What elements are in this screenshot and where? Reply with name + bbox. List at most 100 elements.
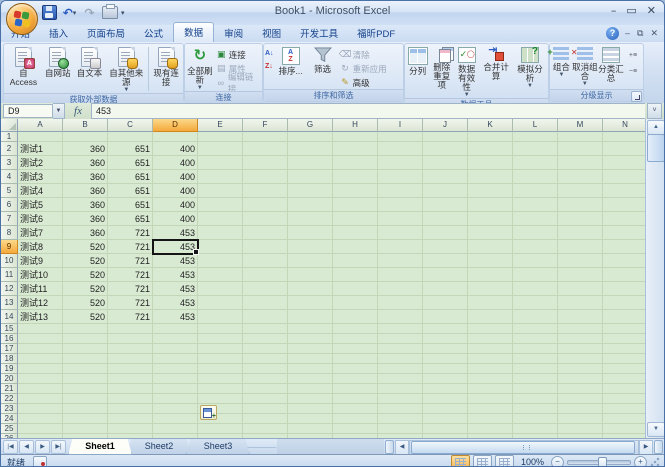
cell-K3[interactable]	[468, 156, 513, 170]
column-header-J[interactable]: J	[423, 119, 468, 132]
subtotal-button[interactable]: 分类汇总	[598, 45, 624, 89]
ribbon-tab-4[interactable]: 公式	[135, 24, 172, 42]
cell-N15[interactable]	[603, 324, 648, 334]
hide-detail-icon[interactable]: −≡	[625, 65, 641, 78]
cell-L3[interactable]	[513, 156, 558, 170]
from-access-button[interactable]: A 自 Access	[5, 45, 42, 93]
cell-H18[interactable]	[333, 354, 378, 364]
cell-D21[interactable]	[153, 384, 198, 394]
cell-J1[interactable]	[423, 132, 468, 142]
cell-D23[interactable]	[153, 404, 198, 414]
cell-M21[interactable]	[558, 384, 603, 394]
cell-H25[interactable]	[333, 424, 378, 434]
cell-H7[interactable]	[333, 212, 378, 226]
cell-F19[interactable]	[243, 364, 288, 374]
cell-D8[interactable]: 453	[153, 226, 198, 240]
column-header-I[interactable]: I	[378, 119, 423, 132]
dialog-launcher-icon[interactable]	[631, 91, 642, 102]
cell-F21[interactable]	[243, 384, 288, 394]
cell-M3[interactable]	[558, 156, 603, 170]
cell-H13[interactable]	[333, 296, 378, 310]
cell-I15[interactable]	[378, 324, 423, 334]
cell-B19[interactable]	[63, 364, 108, 374]
cell-J20[interactable]	[423, 374, 468, 384]
column-header-L[interactable]: L	[513, 119, 558, 132]
cell-L2[interactable]	[513, 142, 558, 156]
cell-L10[interactable]	[513, 254, 558, 268]
cell-D6[interactable]: 400	[153, 198, 198, 212]
cell-F5[interactable]	[243, 184, 288, 198]
cell-D13[interactable]: 453	[153, 296, 198, 310]
cell-M15[interactable]	[558, 324, 603, 334]
row-header-3[interactable]: 3	[1, 156, 18, 170]
cell-K11[interactable]	[468, 268, 513, 282]
select-all-corner[interactable]	[1, 119, 18, 132]
row-header-11[interactable]: 11	[1, 268, 18, 282]
cell-D7[interactable]: 400	[153, 212, 198, 226]
cell-D10[interactable]: 453	[153, 254, 198, 268]
cell-H15[interactable]	[333, 324, 378, 334]
cell-B8[interactable]: 360	[63, 226, 108, 240]
cell-C2[interactable]: 651	[108, 142, 153, 156]
cell-N12[interactable]	[603, 282, 648, 296]
column-header-F[interactable]: F	[243, 119, 288, 132]
column-header-A[interactable]: A	[18, 119, 63, 132]
cell-D18[interactable]	[153, 354, 198, 364]
cell-K25[interactable]	[468, 424, 513, 434]
cell-E14[interactable]	[198, 310, 243, 324]
cell-J12[interactable]	[423, 282, 468, 296]
name-box[interactable]: D9	[3, 104, 53, 118]
what-if-analysis-button[interactable]: 模拟分析 ▼	[513, 45, 547, 98]
zoom-slider-handle[interactable]	[598, 457, 607, 467]
cell-J5[interactable]	[423, 184, 468, 198]
cell-A4[interactable]: 测试3	[18, 170, 63, 184]
cell-J11[interactable]	[423, 268, 468, 282]
cell-M20[interactable]	[558, 374, 603, 384]
cell-G11[interactable]	[288, 268, 333, 282]
row-header-5[interactable]: 5	[1, 184, 18, 198]
cell-A12[interactable]: 测试11	[18, 282, 63, 296]
cell-A21[interactable]	[18, 384, 63, 394]
filter-button[interactable]: 筛选	[308, 45, 338, 89]
cell-E3[interactable]	[198, 156, 243, 170]
cell-L18[interactable]	[513, 354, 558, 364]
cell-I5[interactable]	[378, 184, 423, 198]
sheet-tab-sheet3[interactable]: Sheet3	[186, 439, 250, 455]
cell-N11[interactable]	[603, 268, 648, 282]
cell-J18[interactable]	[423, 354, 468, 364]
consolidate-button[interactable]: 合并计算	[479, 45, 513, 98]
cell-A13[interactable]: 测试12	[18, 296, 63, 310]
cell-G20[interactable]	[288, 374, 333, 384]
cell-D5[interactable]: 400	[153, 184, 198, 198]
cell-C24[interactable]	[108, 414, 153, 424]
cell-L22[interactable]	[513, 394, 558, 404]
cell-I18[interactable]	[378, 354, 423, 364]
cell-H4[interactable]	[333, 170, 378, 184]
cell-N23[interactable]	[603, 404, 648, 414]
existing-connections-button[interactable]: 现有连接	[150, 45, 182, 93]
row-header-15[interactable]: 15	[1, 324, 18, 334]
cell-N19[interactable]	[603, 364, 648, 374]
cell-G10[interactable]	[288, 254, 333, 268]
sort-descending-icon[interactable]: Z↓	[265, 63, 274, 71]
ribbon-tab-7[interactable]: 视图	[253, 24, 290, 42]
cell-C19[interactable]	[108, 364, 153, 374]
row-header-6[interactable]: 6	[1, 198, 18, 212]
cell-F1[interactable]	[243, 132, 288, 142]
cell-M8[interactable]	[558, 226, 603, 240]
cell-I24[interactable]	[378, 414, 423, 424]
sheet-tab-sheet1[interactable]: Sheet1	[68, 439, 132, 455]
row-header-17[interactable]: 17	[1, 344, 18, 354]
cell-G24[interactable]	[288, 414, 333, 424]
cell-B4[interactable]: 360	[63, 170, 108, 184]
cell-E13[interactable]	[198, 296, 243, 310]
cell-M1[interactable]	[558, 132, 603, 142]
cell-N22[interactable]	[603, 394, 648, 404]
cell-G18[interactable]	[288, 354, 333, 364]
cell-A23[interactable]	[18, 404, 63, 414]
cell-D19[interactable]	[153, 364, 198, 374]
row-header-20[interactable]: 20	[1, 374, 18, 384]
cell-K18[interactable]	[468, 354, 513, 364]
cell-M4[interactable]	[558, 170, 603, 184]
cell-C5[interactable]: 651	[108, 184, 153, 198]
